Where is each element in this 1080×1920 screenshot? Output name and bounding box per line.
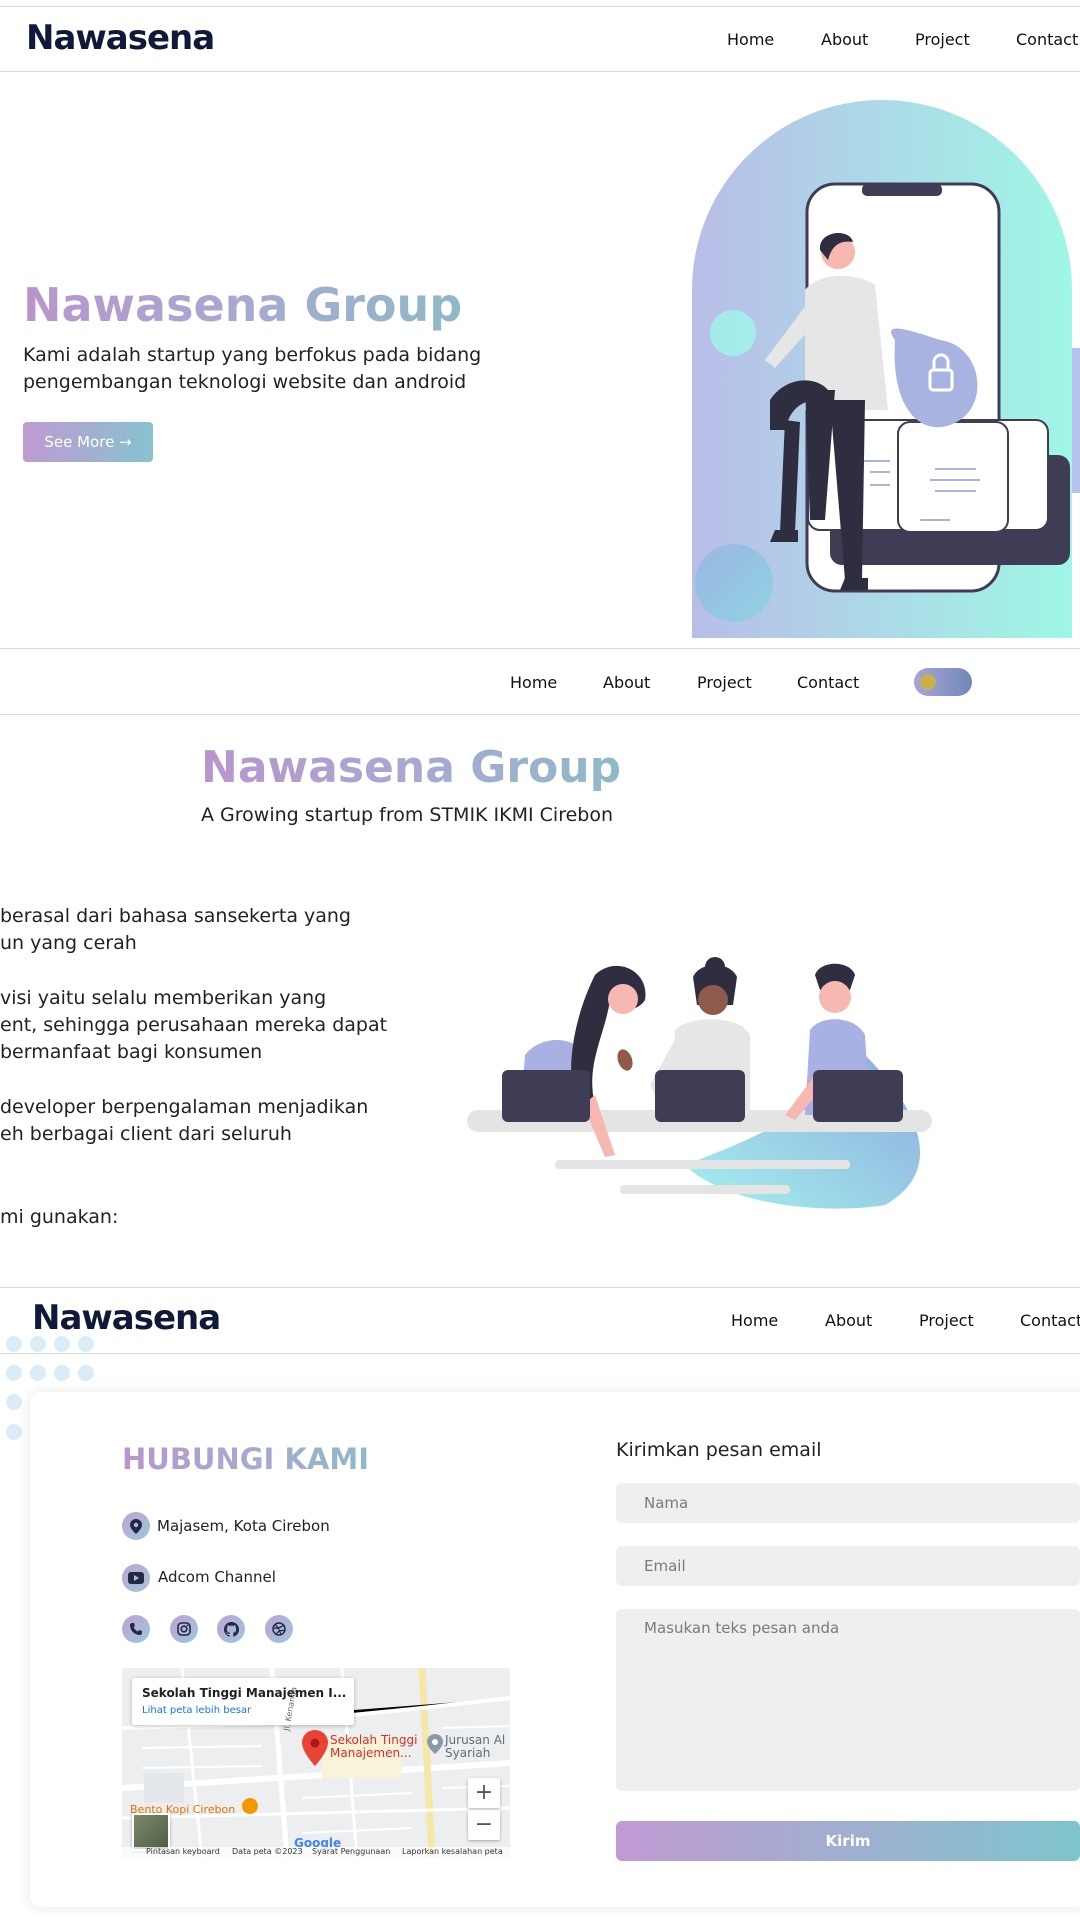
map-zoom-in-button[interactable]: + [468, 1778, 500, 1808]
brand-logo-2[interactable]: Nawasena [32, 1298, 221, 1338]
map-satellite-toggle[interactable] [132, 1813, 170, 1851]
navbar3-divider [0, 1353, 1080, 1354]
about-text-line: berasal dari bahasa sansekerta yang [0, 905, 351, 927]
navbar2-divider [0, 714, 1080, 715]
map-larger-link[interactable]: Lihat peta lebih besar [142, 1705, 251, 1716]
contact-title: HUBUNGI KAMI [122, 1442, 369, 1476]
map-pin-label-line2: Manajemen... [330, 1746, 412, 1760]
map-footer-data: Data peta ©2023 [232, 1847, 303, 1856]
form-title: Kirimkan pesan email [616, 1439, 822, 1461]
nav2-home[interactable]: Home [510, 673, 557, 692]
map-footer: Pintasan keyboard Data peta ©2023 Syarat… [122, 1847, 510, 1858]
decor-dot [6, 1424, 22, 1440]
map-side-label-line2: Syariah [445, 1746, 491, 1760]
hero-illustration [692, 100, 1072, 638]
decor-dot [78, 1365, 94, 1381]
decor-dot [54, 1336, 70, 1352]
about-subtitle: A Growing startup from STMIK IKMI Cirebo… [201, 804, 614, 826]
map-place-title: Sekolah Tinggi Manajemen I... [142, 1686, 347, 1700]
map-footer-shortcuts[interactable]: Pintasan keyboard [146, 1847, 220, 1856]
location-icon [122, 1512, 150, 1540]
map-place-card: Sekolah Tinggi Manajemen I... Lihat peta… [132, 1678, 354, 1725]
contact-address: Majasem, Kota Cirebon [157, 1517, 330, 1535]
nav-project[interactable]: Project [915, 30, 970, 49]
email-input[interactable] [616, 1546, 1080, 1586]
navbar-divider [0, 71, 1080, 72]
submit-button[interactable]: Kirim [616, 1821, 1080, 1861]
dribbble-icon[interactable] [265, 1615, 293, 1643]
map-footer-report[interactable]: Laporkan kesalahan peta [402, 1847, 503, 1856]
navbar3-top-divider [0, 1287, 1080, 1288]
hero-desc-line1: Kami adalah startup yang berfokus pada b… [23, 344, 482, 366]
brand-logo[interactable]: Nawasena [26, 18, 215, 58]
about-title: Nawasena Group [201, 742, 622, 793]
decor-dot [6, 1336, 22, 1352]
hero-title: Nawasena Group [23, 278, 463, 332]
decor-dot [6, 1394, 22, 1410]
about-text-line: visi yaitu selalu memberikan yang [0, 987, 327, 1009]
map-pin-icon[interactable] [302, 1730, 328, 1766]
scroll-edge [1072, 348, 1080, 493]
youtube-icon[interactable] [122, 1564, 150, 1592]
toggle-knob [920, 674, 936, 690]
contact-channel[interactable]: Adcom Channel [158, 1568, 276, 1586]
instagram-icon[interactable] [170, 1615, 198, 1643]
about-text-line: developer berpengalaman menjadikan [0, 1096, 369, 1118]
decor-dot [30, 1365, 46, 1381]
hero-desc-line2: pengembangan teknologi website dan andro… [23, 371, 467, 393]
map-footer-terms[interactable]: Syarat Penggunaan [312, 1847, 390, 1856]
name-input[interactable] [616, 1483, 1080, 1523]
decor-dot [6, 1365, 22, 1381]
decor-dot [78, 1336, 94, 1352]
coffee-icon [242, 1798, 258, 1814]
nav2-about[interactable]: About [603, 673, 650, 692]
decor-dot [30, 1336, 46, 1352]
team-illustration [467, 957, 932, 1209]
see-more-button[interactable]: See More → [23, 422, 153, 462]
about-text-line: bermanfaat bagi konsumen [0, 1041, 263, 1063]
nav2-project[interactable]: Project [697, 673, 752, 692]
message-textarea[interactable] [616, 1609, 1080, 1791]
nav-about[interactable]: About [821, 30, 868, 49]
about-text-line: eh berbagai client dari seluruh [0, 1123, 292, 1145]
nav2-contact[interactable]: Contact [797, 673, 859, 692]
map-side-label: Jurusan Al Syariah [445, 1734, 505, 1760]
top-border [0, 6, 1080, 7]
nav3-contact[interactable]: Contact [1020, 1311, 1080, 1330]
embedded-map[interactable]: Sekolah Tinggi Manajemen I... Lihat peta… [122, 1668, 510, 1858]
nav3-about[interactable]: About [825, 1311, 872, 1330]
navbar2-top-divider [0, 648, 1080, 649]
about-text-line: mi gunakan: [0, 1206, 119, 1228]
about-text-line: un yang cerah [0, 932, 137, 954]
nav-home[interactable]: Home [727, 30, 774, 49]
about-text-line: ent, sehingga perusahaan mereka dapat [0, 1014, 388, 1036]
phone-icon[interactable] [122, 1615, 150, 1643]
nav3-project[interactable]: Project [919, 1311, 974, 1330]
map-zoom-out-button[interactable]: − [468, 1810, 500, 1840]
map-pin-label: Sekolah Tinggi Manajemen... [330, 1734, 417, 1760]
github-icon[interactable] [217, 1615, 245, 1643]
nav-contact[interactable]: Contact [1016, 30, 1078, 49]
map-poi-marker-icon [427, 1734, 443, 1754]
nav3-home[interactable]: Home [731, 1311, 778, 1330]
theme-toggle[interactable] [914, 668, 972, 696]
decor-dot [54, 1365, 70, 1381]
